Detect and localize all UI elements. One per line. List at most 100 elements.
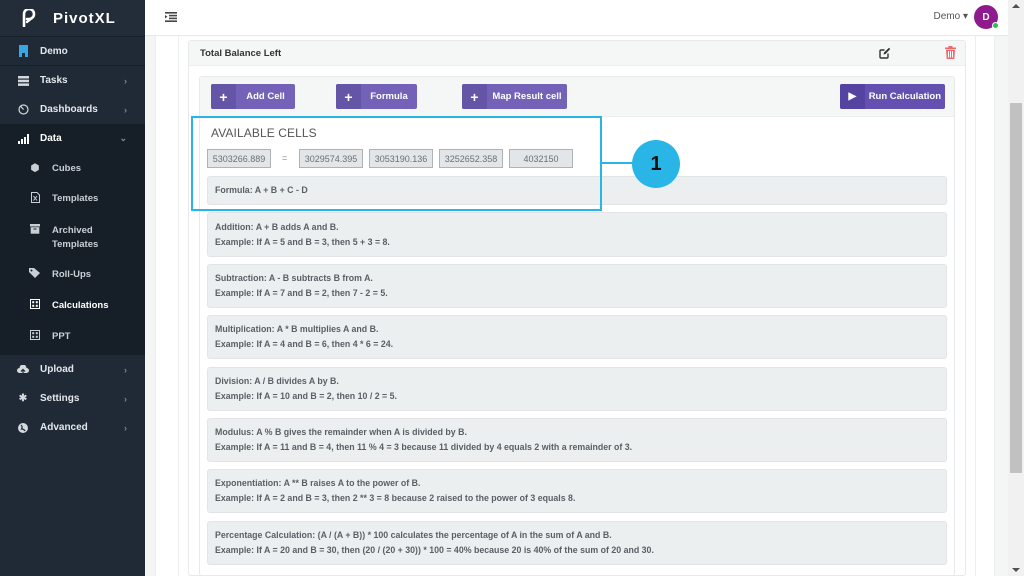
- sidebar-item-templates[interactable]: Templates: [0, 184, 145, 216]
- help-description: Addition: A + B adds A and B.: [215, 221, 339, 232]
- help-description: Multiplication: A * B multiplies A and B…: [215, 324, 379, 334]
- brand[interactable]: PivotXL: [0, 0, 145, 37]
- help-example: Example: If A = 20 and B = 30, then (20 …: [215, 545, 654, 555]
- sidebar-item-ppt[interactable]: PPT: [0, 322, 145, 355]
- cell-c[interactable]: 3252652.358: [439, 149, 503, 168]
- cell-d[interactable]: 4032150: [509, 149, 573, 168]
- sidebar-item-tasks[interactable]: Tasks ›: [0, 66, 145, 95]
- brand-name: PivotXL: [53, 9, 116, 27]
- chevron-right-icon: ›: [124, 75, 127, 86]
- plus-icon: +: [462, 84, 487, 109]
- chevron-right-icon: ›: [124, 393, 127, 404]
- help-division: Division: A / B divides A by B. Example:…: [207, 367, 947, 411]
- cloud-upload-icon: [17, 364, 29, 376]
- calculator-icon: [29, 299, 41, 314]
- dashboard-icon: [17, 104, 29, 116]
- help-subtraction: Subtraction: A - B subtracts B from A. E…: [207, 264, 947, 308]
- equals-sign: =: [282, 153, 288, 163]
- globe-icon: [17, 422, 29, 434]
- sidebar-item-advanced[interactable]: Advanced ›: [0, 413, 145, 442]
- sidebar-item-label: Advanced: [40, 422, 88, 433]
- help-description: Modulus: A % B gives the remainder when …: [215, 427, 467, 437]
- sidebar-item-label: Templates: [52, 193, 99, 204]
- plus-icon: +: [211, 84, 236, 109]
- help-addition: Addition: A + B adds A and B. Example: I…: [207, 212, 947, 257]
- sidebar-item-calculations[interactable]: Calculations: [0, 291, 145, 322]
- pivotxl-logo-icon: [22, 9, 36, 27]
- run-calculation-button[interactable]: ▶ Run Calculation: [840, 84, 945, 109]
- sidebar-item-label: Calculations: [52, 300, 109, 311]
- sidebar-item-label: Cubes: [52, 163, 82, 174]
- cell-b[interactable]: 3053190.136: [369, 149, 433, 168]
- sidebar-item-data[interactable]: Data ⌄: [0, 124, 145, 153]
- sidebar: PivotXL Demo Tasks › Dashboards › Data ⌄…: [0, 0, 145, 576]
- chevron-right-icon: ›: [124, 104, 127, 115]
- help-description: Exponentiation: A ** B raises A to the p…: [215, 478, 421, 488]
- help-description: Division: A / B divides A by B.: [215, 376, 339, 386]
- help-multiplication: Multiplication: A * B multiplies A and B…: [207, 315, 947, 359]
- help-percentage: Percentage Calculation: (A / (A + B)) * …: [207, 521, 947, 565]
- online-status-indicator: [992, 22, 999, 29]
- user-menu-dropdown[interactable]: Demo ▾: [934, 11, 968, 22]
- help-description: Percentage Calculation: (A / (A + B)) * …: [215, 530, 612, 540]
- help-example: Example: If A = 11 and B = 4, then 11 % …: [215, 442, 633, 452]
- help-example: Example: If A = 5 and B = 3, then 5 + 3 …: [215, 236, 390, 247]
- sidebar-item-archived-templates[interactable]: Archived Templates: [0, 216, 145, 260]
- sidebar-item-label: Upload: [40, 364, 74, 375]
- scroll-down-arrow-icon[interactable]: [1012, 568, 1020, 572]
- help-example: Example: If A = 7 and B = 2, then 7 - 2 …: [215, 288, 388, 298]
- sidebar-item-label: Settings: [40, 393, 80, 404]
- map-result-cell-button[interactable]: + Map Result cell: [462, 84, 567, 109]
- file-excel-icon: [29, 192, 41, 208]
- sidebar-item-cubes[interactable]: ⬢ Cubes: [0, 153, 145, 184]
- avatar[interactable]: D: [974, 5, 999, 29]
- annotation-badge: 1: [632, 140, 680, 188]
- sidebar-item-roll-ups[interactable]: Roll-Ups: [0, 260, 145, 291]
- help-exponentiation: Exponentiation: A ** B raises A to the p…: [207, 469, 947, 513]
- add-cell-button[interactable]: + Add Cell: [211, 84, 295, 109]
- plus-icon: +: [336, 84, 361, 109]
- help-modulus: Modulus: A % B gives the remainder when …: [207, 418, 947, 462]
- scroll-up-arrow-icon[interactable]: [1012, 4, 1020, 8]
- sidebar-item-settings[interactable]: ✱ Settings ›: [0, 384, 145, 413]
- chevron-right-icon: ›: [124, 364, 127, 375]
- edit-icon[interactable]: [879, 47, 891, 59]
- page-scrollbar[interactable]: [1008, 0, 1024, 576]
- formula-text: Formula: A + B + C - D: [215, 185, 308, 195]
- avatar-initial: D: [982, 11, 990, 23]
- trash-icon[interactable]: [945, 46, 956, 59]
- sidebar-item-dashboards[interactable]: Dashboards ›: [0, 95, 145, 124]
- sidebar-item-label: PPT: [52, 331, 71, 342]
- play-icon: ▶: [840, 84, 865, 109]
- sidebar-item-label: Tasks: [40, 75, 68, 86]
- sidebar-item-demo[interactable]: Demo: [0, 37, 145, 66]
- sidebar-item-label: Data: [40, 133, 62, 144]
- bar-chart-icon: [17, 133, 29, 145]
- help-example: Example: If A = 10 and B = 2, then 10 / …: [215, 391, 397, 401]
- gear-icon: ✱: [18, 393, 28, 404]
- data-submenu: ⬢ Cubes Templates Archived Templates Rol…: [0, 153, 145, 355]
- card-title: Total Balance Left: [200, 47, 282, 59]
- cube-icon: ⬢: [30, 163, 40, 174]
- cell-a[interactable]: 3029574.395: [299, 149, 363, 168]
- help-example: Example: If A = 4 and B = 6, then 4 * 6 …: [215, 339, 394, 349]
- result-cell[interactable]: 5303266.889: [207, 149, 271, 168]
- calculation-toolbar: + Add Cell + Formula + Map Result cell ▶…: [200, 77, 954, 117]
- annotation-connector-line: [602, 162, 634, 164]
- sidebar-item-upload[interactable]: Upload ›: [0, 355, 145, 384]
- sidebar-item-label: Demo: [40, 45, 68, 57]
- formula-button[interactable]: + Formula: [336, 84, 417, 109]
- menu-toggle-icon[interactable]: [165, 12, 177, 22]
- chevron-right-icon: ›: [124, 422, 127, 433]
- sidebar-item-label: Roll-Ups: [52, 269, 92, 280]
- sidebar-item-label: Archived Templates: [52, 225, 99, 250]
- chevron-down-icon: ⌄: [119, 133, 127, 143]
- help-example: Example: If A = 2 and B = 3, then 2 ** 3…: [215, 493, 576, 503]
- table-icon: [29, 330, 41, 345]
- archive-icon: [29, 224, 41, 239]
- sidebar-item-label: Dashboards: [40, 104, 98, 115]
- tags-icon: [29, 268, 41, 283]
- scrollbar-thumb[interactable]: [1010, 103, 1022, 473]
- topbar: Demo ▾ D: [145, 0, 1008, 36]
- tasks-icon: [17, 75, 29, 87]
